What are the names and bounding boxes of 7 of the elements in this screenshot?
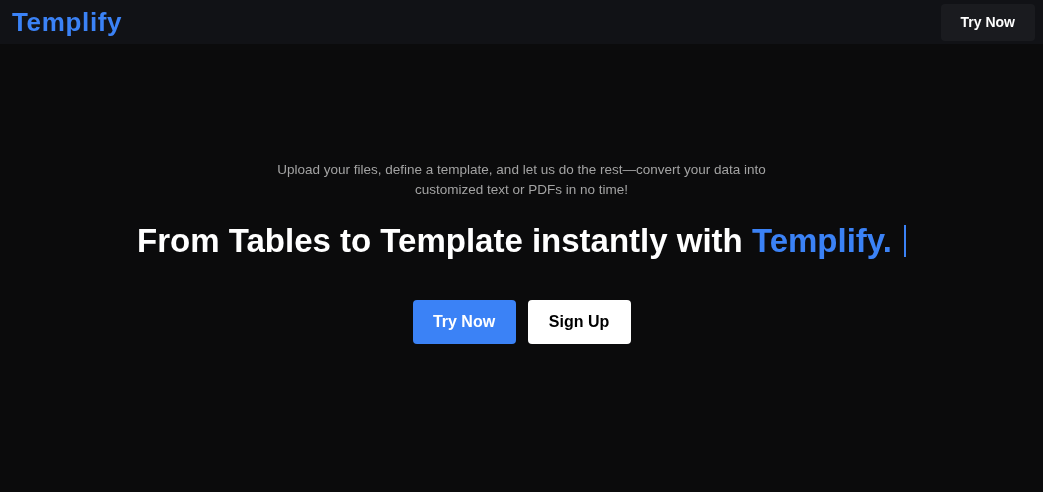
tagline: Upload your files, define a template, and let us do the rest—convert your data into customized text or PDFs in no time! <box>276 161 767 199</box>
sign-up-button[interactable]: Sign Up <box>527 299 631 344</box>
try-now-button[interactable]: Try Now <box>412 299 516 344</box>
try-now-button[interactable]: Try Now <box>940 3 1035 41</box>
headline: From Tables to Template instantly with Templify. <box>137 221 892 261</box>
text-cursor <box>903 224 906 257</box>
logo[interactable]: Templify <box>12 2 123 42</box>
